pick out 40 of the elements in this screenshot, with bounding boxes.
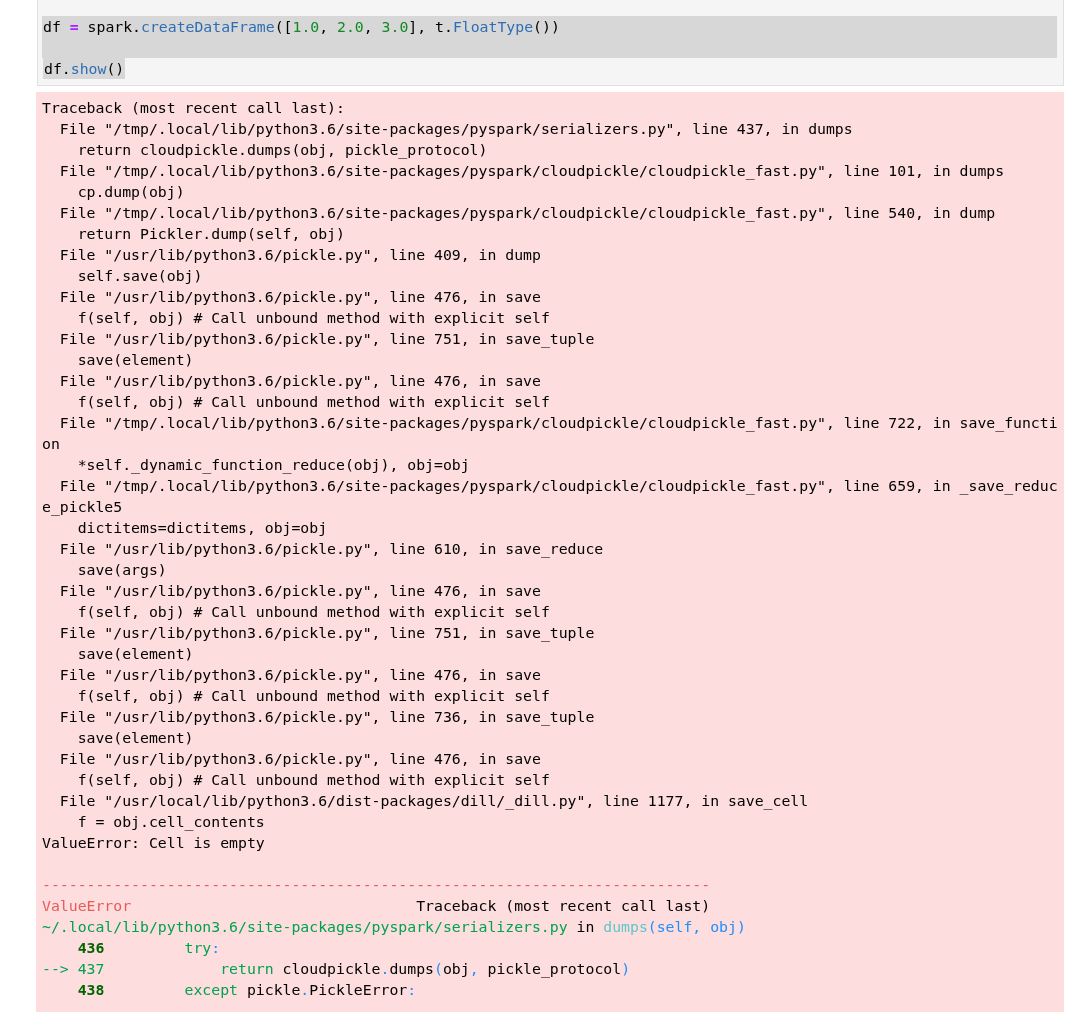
traceback-line: dictitems=dictitems, obj=obj: [76, 518, 329, 538]
traceback-line: save(element): [76, 644, 195, 664]
traceback-line: File "/usr/lib/python3.6/pickle.py", line 736, in save_tuple: [58, 707, 596, 727]
traceback-line: f(self, obj) # Call unbound method with explicit self: [76, 686, 551, 706]
traceback-line: return cloudpickle.dumps(obj, pickle_protocol): [76, 140, 489, 160]
traceback-line: f(self, obj) # Call unbound method with explicit self: [76, 392, 551, 412]
traceback-line: Traceback (most recent call last):: [42, 98, 346, 118]
traceback-line: ValueError: Cell is empty: [42, 833, 266, 853]
traceback-line: File "/usr/local/lib/python3.6/dist-packages/dill/_dill.py", line 1177, in save_cell: [58, 791, 810, 811]
traceback-line: f(self, obj) # Call unbound method with explicit self: [76, 602, 551, 622]
traceback-line: f(self, obj) # Call unbound method with explicit self: [76, 770, 551, 790]
traceback-line: File "/usr/lib/python3.6/pickle.py", line 476, in save: [58, 749, 542, 769]
traceback-line: File "/tmp/.local/lib/python3.6/site-packages/pyspark/cloudpickle/cloudpickle_fast.py", line 722, in save_function: [42, 413, 1058, 454]
traceback-line: cp.dump(obj): [76, 182, 186, 202]
traceback-line: File "/usr/lib/python3.6/pickle.py", line 476, in save: [58, 371, 542, 391]
traceback-line: File "/tmp/.local/lib/python3.6/site-packages/pyspark/cloudpickle/cloudpickle_fast.py", line 101, in dumps: [58, 161, 1006, 181]
traceback-line: *self._dynamic_function_reduce(obj), obj=obj: [76, 455, 471, 475]
traceback-line: 438 except pickle.PickleError:: [76, 981, 417, 998]
traceback-line: File "/usr/lib/python3.6/pickle.py", line 751, in save_tuple: [58, 623, 596, 643]
traceback-line: File "/usr/lib/python3.6/pickle.py", line 476, in save: [58, 287, 542, 307]
traceback-line: ~/.local/lib/python3.6/site-packages/pyspark/serializers.py in dumps(self, obj): [42, 918, 746, 935]
traceback-line: return Pickler.dump(self, obj): [76, 224, 346, 244]
traceback-line: ---------------------------------------------------------------------------: [42, 876, 711, 893]
traceback-line: File "/tmp/.local/lib/python3.6/site-packages/pyspark/serializers.py", line 437, in dumps: [58, 119, 854, 139]
traceback-line: f = obj.cell_contents: [76, 812, 266, 832]
traceback-line: f(self, obj) # Call unbound method with explicit self: [76, 308, 551, 328]
traceback-line: File "/usr/lib/python3.6/pickle.py", line 476, in save: [58, 581, 542, 601]
traceback-line: ValueError Traceback (most recent call last): [42, 897, 711, 914]
code-cell[interactable]: df = spark.createDataFrame([1.0, 2.0, 3.0], t.FloatType()) df.show(): [37, 0, 1064, 86]
traceback-line: File "/usr/lib/python3.6/pickle.py", line 610, in save_reduce: [58, 539, 605, 559]
traceback-line: File "/usr/lib/python3.6/pickle.py", line 751, in save_tuple: [58, 329, 596, 349]
traceback-line: File "/usr/lib/python3.6/pickle.py", line 409, in dump: [58, 245, 542, 265]
traceback-line: 436 try:: [76, 939, 221, 956]
traceback-line: save(args): [76, 560, 168, 580]
traceback-line: File "/tmp/.local/lib/python3.6/site-packages/pyspark/cloudpickle/cloudpickle_fast.py", line 540, in dump: [58, 203, 997, 223]
traceback-line: --> 437 return cloudpickle.dumps(obj, pickle_protocol): [42, 960, 631, 977]
traceback-line: File "/usr/lib/python3.6/pickle.py", line 476, in save: [58, 665, 542, 685]
traceback-line: self.save(obj): [76, 266, 204, 286]
traceback-line: save(element): [76, 350, 195, 370]
traceback-line: save(element): [76, 728, 195, 748]
